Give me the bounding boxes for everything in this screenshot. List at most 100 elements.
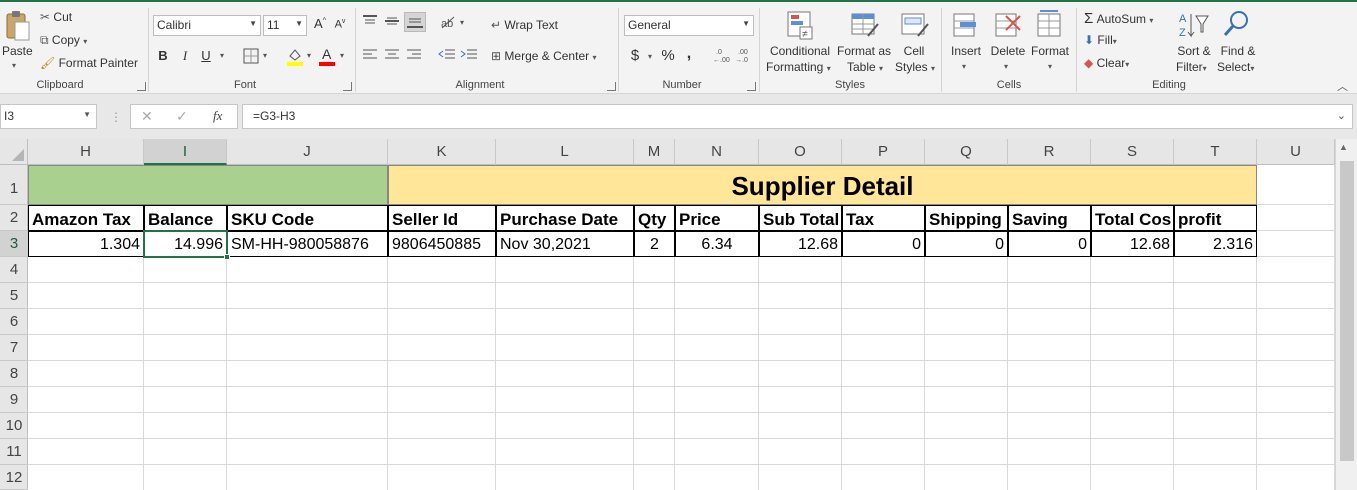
- format-as-table-button[interactable]: Table ▾: [847, 60, 883, 74]
- header-cell[interactable]: Sub Total: [759, 205, 842, 231]
- row-header-10[interactable]: 10: [0, 413, 28, 439]
- row-header-3[interactable]: 3: [0, 231, 28, 257]
- align-right-icon[interactable]: [406, 48, 422, 62]
- insert-button[interactable]: Insert: [948, 44, 984, 58]
- column-header-k[interactable]: K: [388, 139, 496, 165]
- font-color-icon[interactable]: A: [318, 46, 336, 66]
- cell-styles-line1[interactable]: Cell: [898, 44, 930, 58]
- conditional-formatting-line1[interactable]: Conditional: [766, 44, 834, 58]
- green-merged-cell[interactable]: [28, 165, 388, 205]
- data-cell[interactable]: 0: [842, 231, 925, 257]
- conditional-formatting-icon[interactable]: ≠: [786, 10, 814, 40]
- wrap-text-button[interactable]: ↵ Wrap Text: [491, 18, 558, 32]
- top-align-icon[interactable]: [362, 14, 378, 28]
- format-as-table-line1[interactable]: Format as: [836, 44, 892, 58]
- column-header-j[interactable]: J: [227, 139, 388, 165]
- column-header-q[interactable]: Q: [925, 139, 1008, 165]
- borders-icon[interactable]: [243, 48, 259, 64]
- sort-filter-button[interactable]: Filter▾: [1176, 60, 1207, 74]
- middle-align-icon[interactable]: [384, 14, 400, 28]
- name-box[interactable]: I3 ▼: [0, 104, 97, 129]
- expand-formula-icon[interactable]: ⌄: [1337, 109, 1346, 122]
- data-cell[interactable]: 2.316: [1174, 231, 1257, 257]
- column-header-r[interactable]: R: [1008, 139, 1091, 165]
- select-all-button[interactable]: [0, 139, 28, 165]
- data-cell[interactable]: 0: [925, 231, 1008, 257]
- row-header-6[interactable]: 6: [0, 309, 28, 335]
- format-as-table-icon[interactable]: [850, 10, 880, 40]
- header-cell[interactable]: Qty: [634, 205, 675, 231]
- header-cell[interactable]: Purchase Date: [496, 205, 634, 231]
- font-size-select[interactable]: 11 ▼: [263, 15, 307, 36]
- merge-center-button[interactable]: ⊞ Merge & Center ▾: [491, 49, 596, 63]
- data-cell[interactable]: 14.996: [144, 231, 227, 257]
- number-launcher-icon[interactable]: [747, 82, 756, 91]
- fill-handle[interactable]: [224, 254, 230, 260]
- font-color-dropdown-icon[interactable]: ▾: [340, 51, 344, 60]
- cancel-icon[interactable]: ✕: [141, 108, 153, 125]
- scroll-up-icon[interactable]: ▲: [1339, 142, 1348, 152]
- column-header-p[interactable]: P: [842, 139, 925, 165]
- data-cell[interactable]: 12.68: [759, 231, 842, 257]
- conditional-formatting-button[interactable]: Formatting ▾: [766, 60, 831, 74]
- row-header-8[interactable]: 8: [0, 361, 28, 387]
- row-header-4[interactable]: 4: [0, 257, 28, 283]
- clear-button[interactable]: ◆ Clear▾: [1084, 56, 1129, 70]
- header-cell[interactable]: Shipping: [925, 205, 1008, 231]
- delete-dropdown-icon[interactable]: ▾: [1004, 62, 1008, 71]
- column-header-h[interactable]: H: [28, 139, 144, 165]
- search-icon[interactable]: [1222, 8, 1252, 38]
- confirm-icon[interactable]: ✓: [176, 108, 188, 125]
- data-cell[interactable]: 1.304: [28, 231, 144, 257]
- row-header-5[interactable]: 5: [0, 283, 28, 309]
- header-cell[interactable]: Saving: [1008, 205, 1091, 231]
- header-cell[interactable]: Total Cos: [1091, 205, 1174, 231]
- cell-styles-icon[interactable]: [900, 10, 930, 40]
- currency-button[interactable]: $: [628, 47, 642, 64]
- column-header-l[interactable]: L: [496, 139, 634, 165]
- sort-filter-icon[interactable]: AZ: [1178, 10, 1210, 40]
- paste-icon[interactable]: [4, 10, 30, 42]
- increase-indent-icon[interactable]: [460, 48, 478, 62]
- copy-dropdown-icon[interactable]: ▾: [83, 37, 87, 46]
- row-header-11[interactable]: 11: [0, 439, 28, 465]
- alignment-launcher-icon[interactable]: [607, 82, 616, 91]
- percent-button[interactable]: %: [660, 47, 676, 64]
- vertical-scrollbar[interactable]: ▲: [1335, 139, 1357, 490]
- header-cell[interactable]: profit: [1174, 205, 1257, 231]
- italic-button[interactable]: I: [178, 48, 192, 64]
- currency-dropdown-icon[interactable]: ▾: [648, 52, 652, 61]
- formula-input[interactable]: =G3-H3 ⌄: [242, 104, 1353, 129]
- insert-dropdown-icon[interactable]: ▾: [962, 62, 966, 71]
- insert-function-icon[interactable]: fx: [213, 108, 222, 124]
- header-cell[interactable]: Price: [675, 205, 759, 231]
- autosum-dropdown-icon[interactable]: ▾: [1149, 16, 1153, 25]
- collapse-ribbon-icon[interactable]: ︿: [1337, 78, 1348, 94]
- row-header-7[interactable]: 7: [0, 335, 28, 361]
- format-painter-button[interactable]: 🖌 Format Painter: [40, 56, 138, 70]
- header-cell[interactable]: Tax: [842, 205, 925, 231]
- data-cell[interactable]: Nov 30,2021: [496, 231, 634, 257]
- bottom-align-icon[interactable]: [404, 12, 426, 32]
- copy-button[interactable]: ⧉ Copy ▾: [40, 33, 87, 48]
- scroll-thumb[interactable]: [1340, 161, 1354, 461]
- header-cell[interactable]: SKU Code: [227, 205, 388, 231]
- header-cell[interactable]: Seller Id: [388, 205, 496, 231]
- clear-dropdown-icon[interactable]: ▾: [1125, 60, 1129, 69]
- decrease-decimal-icon[interactable]: .00 →.0: [734, 46, 752, 64]
- data-cell[interactable]: 9806450885: [388, 231, 496, 257]
- header-cell[interactable]: Amazon Tax: [28, 205, 144, 231]
- data-cell[interactable]: 0: [1008, 231, 1091, 257]
- row-header-9[interactable]: 9: [0, 387, 28, 413]
- row-header-2[interactable]: 2: [0, 205, 28, 231]
- borders-dropdown-icon[interactable]: ▾: [263, 51, 267, 60]
- cut-button[interactable]: ✂ Cut: [40, 10, 72, 24]
- orientation-dropdown-icon[interactable]: ▾: [460, 18, 464, 27]
- column-header-t[interactable]: T: [1174, 139, 1257, 165]
- column-header-o[interactable]: O: [759, 139, 842, 165]
- number-format-select[interactable]: General ▼: [624, 15, 754, 36]
- column-header-m[interactable]: M: [634, 139, 675, 165]
- font-name-select[interactable]: Calibri ▼: [153, 15, 261, 36]
- sheet-title-cell[interactable]: Supplier Detail: [388, 165, 1257, 205]
- fill-color-dropdown-icon[interactable]: ▾: [307, 51, 311, 60]
